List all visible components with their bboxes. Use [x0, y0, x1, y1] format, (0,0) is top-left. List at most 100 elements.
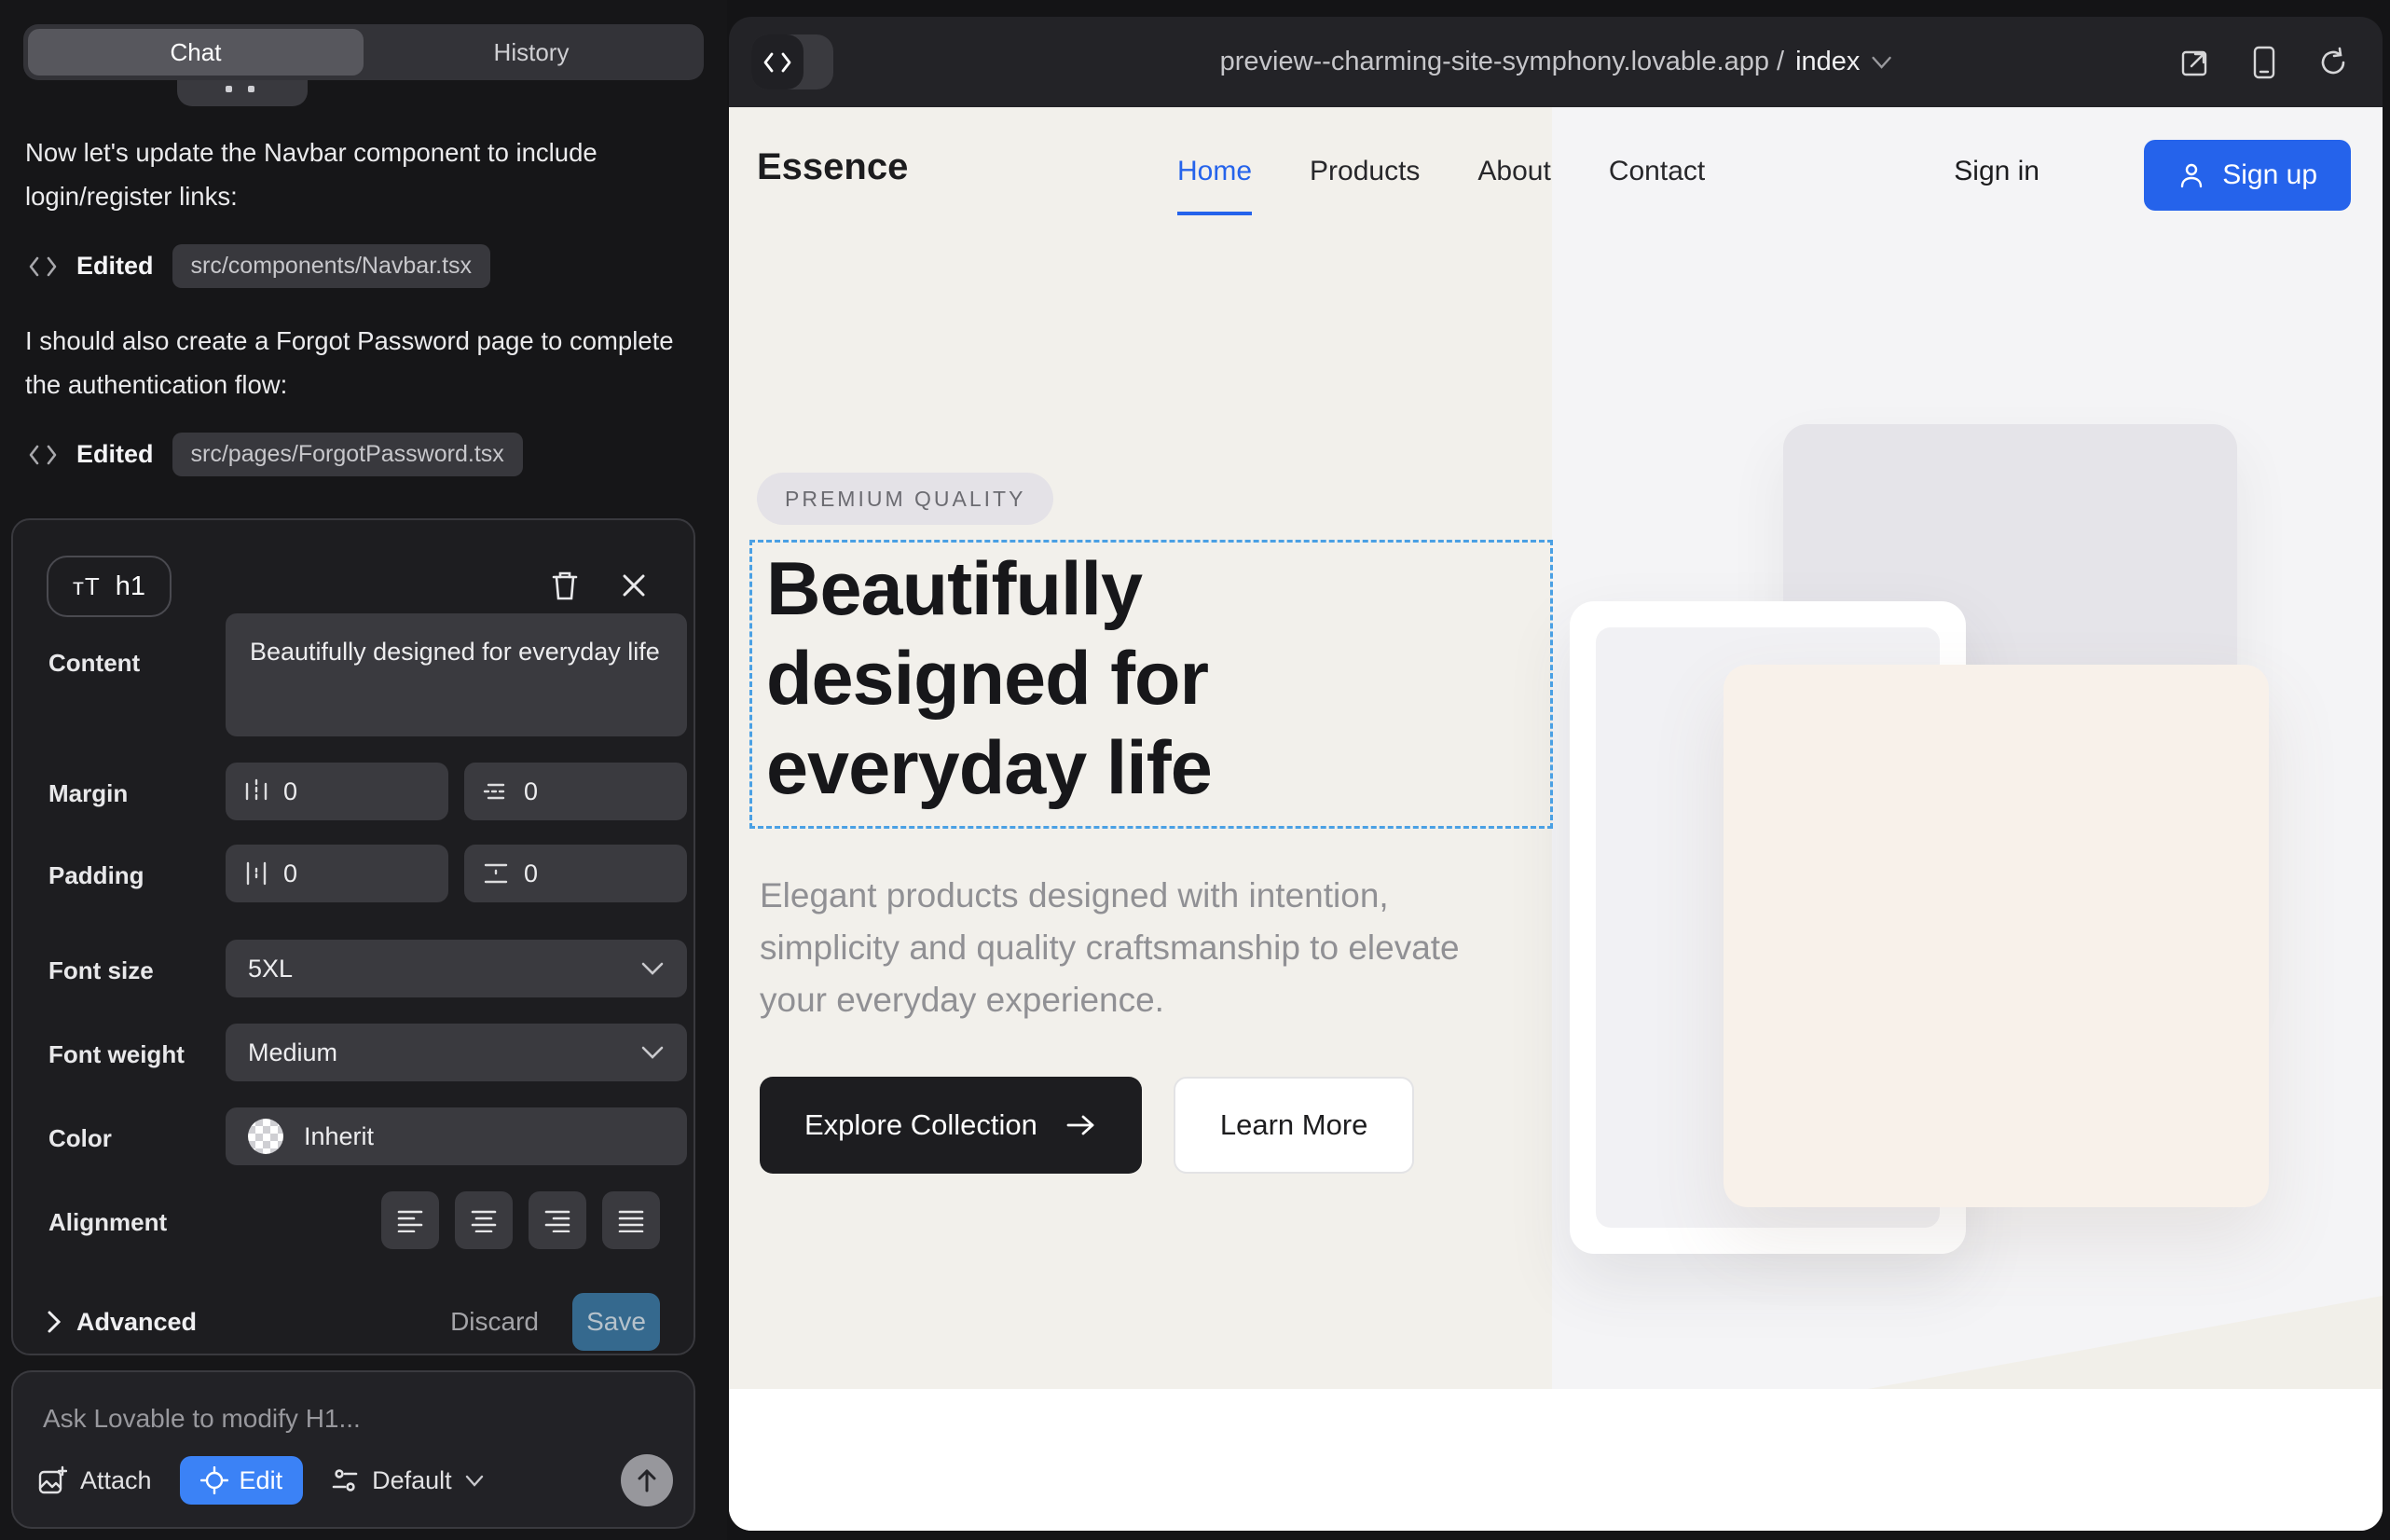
font-size-select[interactable]: 5XL: [226, 940, 687, 997]
align-left-icon: [396, 1208, 424, 1232]
nav-link-contact[interactable]: Contact: [1609, 156, 1705, 187]
padding-y-icon: [483, 861, 509, 886]
code-icon: [28, 254, 58, 279]
color-label: Color: [48, 1124, 112, 1153]
color-swatch: [248, 1119, 283, 1154]
content-label: Content: [48, 649, 140, 678]
code-preview-toggle[interactable]: [751, 34, 833, 89]
hero-paragraph: Elegant products designed with intention…: [760, 870, 1515, 1026]
code-icon: [762, 50, 793, 75]
refresh-button[interactable]: [2317, 47, 2349, 78]
chat-message: I should also create a Forgot Password p…: [25, 319, 687, 406]
edited-label: Edited: [76, 440, 154, 469]
mobile-icon: [2252, 46, 2276, 79]
decorative-card-cream: [1724, 665, 2269, 1207]
sidebar-tabs: Chat History: [23, 24, 704, 80]
margin-y-input[interactable]: 0: [464, 763, 687, 820]
margin-x-input[interactable]: 0: [226, 763, 448, 820]
type-icon: тT: [73, 572, 101, 601]
sliders-icon: [331, 1466, 359, 1494]
chevron-down-icon: [640, 1045, 665, 1060]
edit-mode-button[interactable]: Edit: [180, 1456, 304, 1505]
close-panel-button[interactable]: [611, 563, 656, 608]
edited-file-row: Edited src/components/Navbar.tsx: [28, 244, 490, 288]
save-button[interactable]: Save: [572, 1293, 660, 1351]
send-button[interactable]: [621, 1454, 673, 1506]
user-icon: [2177, 161, 2205, 189]
url-page-name: index: [1795, 47, 1860, 77]
font-weight-select[interactable]: Medium: [226, 1024, 687, 1081]
chevron-down-icon: [640, 961, 665, 976]
margin-x-icon: [244, 778, 268, 804]
arrow-right-icon: [1065, 1113, 1097, 1137]
element-editor-panel: тT h1 Content Beautifully designed for e…: [11, 518, 695, 1355]
align-justify-button[interactable]: [602, 1191, 660, 1249]
default-mode-button[interactable]: Default: [331, 1466, 484, 1495]
prompt-box: Ask Lovable to modify H1... Attach Edit …: [11, 1370, 695, 1529]
external-link-icon: [2179, 47, 2211, 78]
align-right-button[interactable]: [529, 1191, 586, 1249]
align-left-button[interactable]: [381, 1191, 439, 1249]
chat-message: Now let's update the Navbar component to…: [25, 131, 687, 218]
align-center-icon: [470, 1208, 498, 1232]
trash-icon: [551, 570, 579, 601]
padding-x-icon: [244, 860, 268, 887]
decorative-wedge: [1552, 1296, 2383, 1389]
align-justify-icon: [617, 1208, 645, 1232]
prompt-input[interactable]: Ask Lovable to modify H1...: [43, 1404, 361, 1434]
margin-y-icon: [483, 779, 509, 804]
chevron-right-icon: [47, 1310, 62, 1334]
margin-label: Margin: [48, 779, 128, 808]
edited-file-row: Edited src/pages/ForgotPassword.tsx: [28, 433, 523, 476]
site-preview: Essence Home Products About Contact Sign…: [729, 107, 2383, 1531]
scrolled-out-chip: [177, 80, 308, 106]
element-tag-pill[interactable]: тT h1: [47, 556, 172, 617]
chevron-down-icon: [465, 1475, 484, 1487]
site-navbar: Essence Home Products About Contact Sign…: [729, 107, 2383, 245]
refresh-icon: [2317, 47, 2349, 78]
tab-chat[interactable]: Chat: [28, 29, 364, 76]
attach-button[interactable]: Attach: [37, 1465, 152, 1495]
sign-in-link[interactable]: Sign in: [1954, 156, 2040, 187]
element-tag-label: h1: [116, 571, 145, 602]
preview-browser-frame: preview--charming-site-symphony.lovable.…: [729, 17, 2383, 1531]
edited-label: Edited: [76, 252, 154, 281]
arrow-up-icon: [636, 1467, 658, 1493]
padding-label: Padding: [48, 861, 144, 890]
font-weight-label: Font weight: [48, 1040, 185, 1069]
site-logo[interactable]: Essence: [757, 146, 908, 188]
url-text: preview--charming-site-symphony.lovable.…: [1220, 47, 1785, 77]
advanced-toggle[interactable]: Advanced: [47, 1308, 197, 1337]
premium-badge: PREMIUM QUALITY: [757, 473, 1053, 525]
code-icon: [28, 443, 58, 467]
section-below-hero: [729, 1389, 2383, 1531]
browser-topbar: preview--charming-site-symphony.lovable.…: [729, 17, 2383, 107]
target-icon: [200, 1466, 228, 1494]
chevron-down-icon: [1871, 56, 1891, 69]
url-bar[interactable]: preview--charming-site-symphony.lovable.…: [1220, 17, 1892, 107]
file-chip[interactable]: src/components/Navbar.tsx: [172, 244, 491, 288]
hero-heading[interactable]: Beautifully designed for everyday life: [766, 544, 1363, 813]
sign-up-button[interactable]: Sign up: [2144, 140, 2351, 211]
nav-link-products[interactable]: Products: [1310, 156, 1420, 187]
alignment-label: Alignment: [48, 1208, 167, 1237]
font-size-label: Font size: [48, 956, 154, 985]
delete-element-button[interactable]: [543, 563, 587, 608]
padding-x-input[interactable]: 0: [226, 845, 448, 902]
explore-collection-button[interactable]: Explore Collection: [760, 1077, 1142, 1174]
padding-y-input[interactable]: 0: [464, 845, 687, 902]
learn-more-button[interactable]: Learn More: [1174, 1077, 1415, 1174]
mobile-preview-button[interactable]: [2252, 46, 2276, 79]
open-external-button[interactable]: [2179, 47, 2211, 78]
close-icon: [621, 572, 647, 598]
discard-button[interactable]: Discard: [450, 1307, 539, 1337]
nav-link-home[interactable]: Home: [1177, 156, 1252, 187]
chat-sidebar: Chat History Now let's update the Navbar…: [0, 0, 727, 1540]
align-center-button[interactable]: [455, 1191, 513, 1249]
tab-history[interactable]: History: [364, 29, 699, 76]
file-chip[interactable]: src/pages/ForgotPassword.tsx: [172, 433, 523, 476]
nav-link-about[interactable]: About: [1477, 156, 1550, 187]
content-textarea[interactable]: Beautifully designed for everyday life: [226, 613, 687, 736]
color-select[interactable]: Inherit: [226, 1107, 687, 1165]
align-right-icon: [543, 1208, 571, 1232]
